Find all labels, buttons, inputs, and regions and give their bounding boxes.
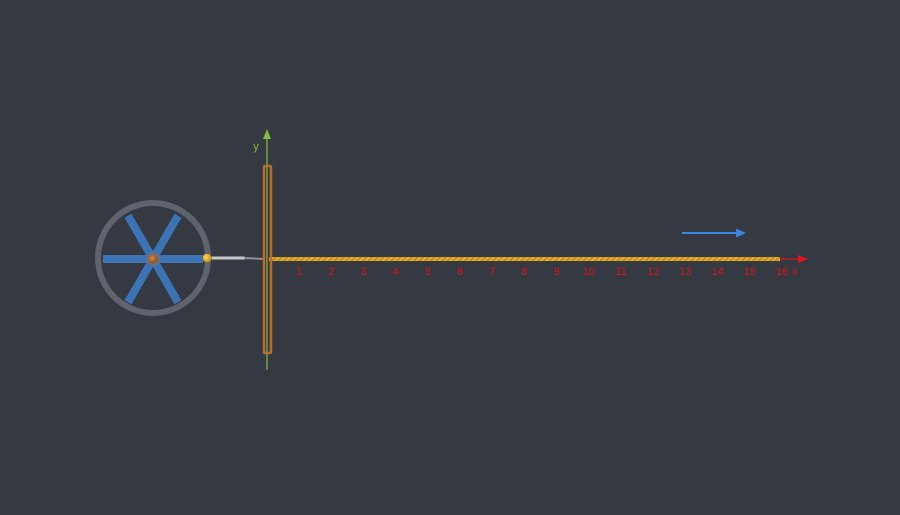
x-tick-label: 5: [425, 266, 431, 278]
y-axis-label: y: [253, 141, 259, 153]
x-tick-label: 13: [679, 266, 691, 278]
x-tick-label: 14: [712, 266, 724, 278]
x-tick-label: 16: [776, 266, 788, 278]
x-tick-label: 2: [328, 266, 334, 278]
x-tick-label: 8: [522, 266, 528, 278]
x-tick-label: 3: [361, 266, 367, 278]
x-tick-label: 12: [647, 266, 659, 278]
arrow-right-icon: [682, 228, 746, 238]
x-axis-label: x: [792, 266, 798, 278]
crank-pin: [202, 253, 212, 263]
x-tick-label: 1: [296, 266, 302, 278]
x-axis-tick-labels: 1 2 3 4 5 6 7 8 9 10 11 12 13 14 15 16: [296, 266, 788, 278]
x-tick-label: 6: [457, 266, 463, 278]
x-tick-label: 7: [489, 266, 495, 278]
connecting-rod: [205, 256, 266, 260]
x-tick-label: 11: [615, 266, 626, 278]
wheel-hub-center: [148, 254, 158, 264]
simulation-canvas: y x 1 2 3 4 5 6 7 8 9 10 11 12 13 14 15 16: [95, 129, 808, 370]
x-tick-label: 9: [554, 266, 560, 278]
x-tick-label: 10: [583, 266, 595, 278]
rope: [269, 257, 780, 261]
wave-on-rope-simulation: y x 1 2 3 4 5 6 7 8 9 10 11 12 13 14 15 16: [0, 0, 900, 510]
y-axis-arrowhead: [263, 129, 271, 139]
x-axis-arrowhead: [798, 255, 808, 263]
x-tick-label: 4: [393, 266, 399, 278]
x-tick-label: 15: [744, 266, 756, 278]
oscillator-wheel[interactable]: [95, 200, 212, 316]
